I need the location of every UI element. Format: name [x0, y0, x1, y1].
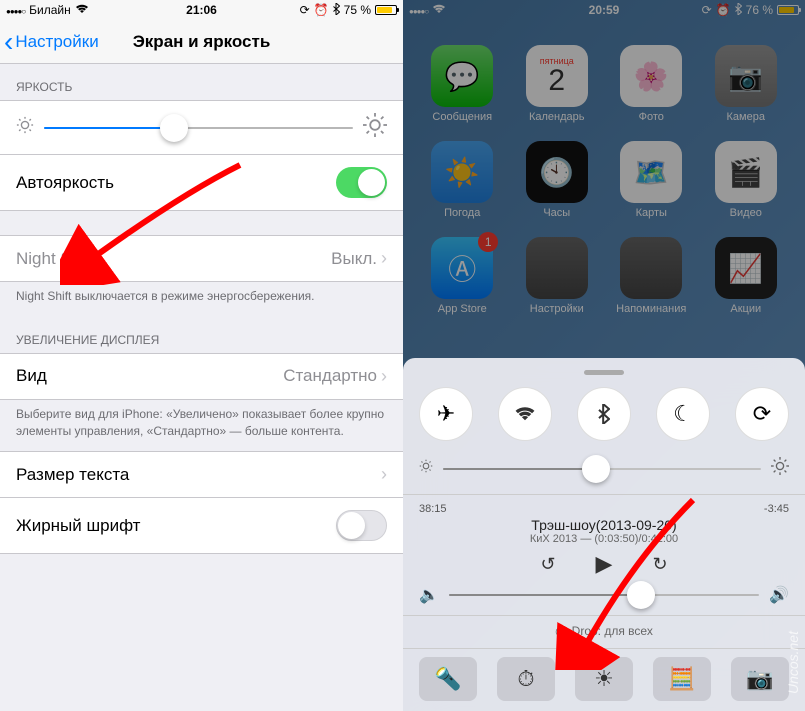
text-size-row[interactable]: Размер текста › [0, 451, 403, 498]
calculator-button[interactable]: 🧮 [653, 657, 711, 701]
nightshift-button[interactable]: ☀︎ [575, 657, 633, 701]
autobrightness-label: Автояркость [16, 173, 114, 193]
sun-large-icon [363, 113, 387, 142]
chevron-left-icon: ‹ [4, 28, 13, 56]
forward-30-button[interactable]: ↻ [652, 554, 667, 575]
cc-brightness-slider[interactable] [443, 468, 761, 470]
battery-icon [375, 5, 397, 15]
back-button[interactable]: ‹ Настройки [0, 28, 99, 56]
alarm-icon: ⏰ [314, 3, 329, 17]
control-center: ✈︎ ☾ ⟳ 38:15 -3:45 Трэш-шоу(2013-09-20) … [403, 358, 805, 711]
media-title: Трэш-шоу(2013-09-20) [419, 517, 789, 533]
rewind-15-button[interactable]: ↺ [540, 554, 555, 575]
wifi-toggle[interactable] [498, 387, 552, 441]
camera-button[interactable]: 📷 [731, 657, 789, 701]
orientation-lock-icon: ⟳ [300, 3, 310, 17]
bluetooth-icon [333, 3, 340, 18]
volume-high-icon: 🔊 [769, 585, 789, 605]
watermark: Uncos.net [785, 631, 801, 694]
media-remaining: -3:45 [764, 503, 789, 515]
airplane-toggle[interactable]: ✈︎ [419, 387, 473, 441]
cc-volume-slider[interactable] [449, 594, 759, 596]
status-time: 21:06 [186, 3, 217, 17]
nightshift-value: Выкл. [331, 249, 377, 269]
orientation-lock-toggle[interactable]: ⟳ [735, 387, 789, 441]
signal-dots-icon [6, 3, 25, 17]
autobrightness-toggle[interactable] [336, 167, 387, 198]
nightshift-label: Night Shift [16, 249, 94, 269]
bold-text-toggle[interactable] [336, 510, 387, 541]
airdrop-label: Drop: для всех [572, 624, 653, 638]
chevron-right-icon: › [381, 366, 387, 387]
sun-large-icon [771, 457, 789, 480]
bluetooth-toggle[interactable] [577, 387, 631, 441]
status-bar: Билайн 21:06 ⟳ ⏰ 75 % [0, 0, 403, 20]
zoom-footer: Выберите вид для iPhone: «Увеличено» пок… [0, 400, 403, 452]
zoom-header: УВЕЛИЧЕНИЕ ДИСПЛЕЯ [0, 317, 403, 353]
page-title: Экран и яркость [133, 32, 271, 52]
chevron-right-icon: › [381, 464, 387, 485]
view-value: Стандартно [283, 366, 377, 386]
settings-screen: Билайн 21:06 ⟳ ⏰ 75 % ‹ Настройки Экран … [0, 0, 403, 711]
autobrightness-row: Автояркость [0, 154, 403, 211]
media-elapsed: 38:15 [419, 503, 447, 515]
chevron-right-icon: › [381, 248, 387, 269]
airdrop-row[interactable]: ◎ Drop: для всех [419, 624, 789, 638]
play-button[interactable]: ▶ [596, 551, 613, 577]
dnd-toggle[interactable]: ☾ [656, 387, 710, 441]
sun-small-icon [419, 459, 433, 478]
volume-low-icon: 🔈 [419, 585, 439, 605]
brightness-slider[interactable] [44, 127, 353, 129]
text-size-label: Размер текста [16, 465, 129, 485]
timer-button[interactable]: ⏱ [497, 657, 555, 701]
bold-text-label: Жирный шрифт [16, 516, 140, 536]
brightness-slider-row [0, 100, 403, 154]
view-row[interactable]: Вид Стандартно › [0, 353, 403, 400]
sun-small-icon [16, 116, 34, 139]
nav-bar: ‹ Настройки Экран и яркость [0, 20, 403, 64]
media-subtitle: КиХ 2013 — (0:03:50)/0:42:00 [419, 533, 789, 545]
back-label: Настройки [15, 32, 98, 52]
nightshift-row[interactable]: Night Shift Выкл. › [0, 235, 403, 282]
airdrop-icon: ◎ [555, 624, 565, 638]
nightshift-footer: Night Shift выключается в режиме энергос… [0, 282, 403, 317]
grabber-handle[interactable] [584, 370, 624, 375]
control-center-screen: 20:59 ⟳ ⏰ 76 % 💬Сообщения пятница2Календ… [403, 0, 805, 711]
flashlight-button[interactable]: 🔦 [419, 657, 477, 701]
wifi-icon [75, 3, 89, 17]
battery-percent: 75 % [344, 3, 371, 17]
view-label: Вид [16, 366, 47, 386]
carrier-label: Билайн [29, 3, 71, 17]
brightness-header: ЯРКОСТЬ [0, 64, 403, 100]
bold-text-row: Жирный шрифт [0, 498, 403, 554]
